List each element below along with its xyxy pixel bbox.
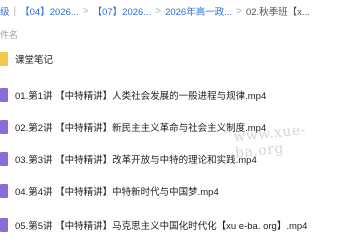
column-header-name[interactable]: 件名	[0, 28, 18, 41]
breadcrumb-separator: >	[236, 5, 242, 17]
breadcrumb-item-grade-politics[interactable]: 2026年高一政...	[165, 4, 232, 18]
breadcrumb-separator: |	[13, 5, 17, 17]
breadcrumb-separator: >	[155, 5, 162, 17]
breadcrumb-item-04[interactable]: 【04】2026...	[20, 4, 79, 18]
folder-icon	[0, 52, 8, 66]
file-name: 05.第5讲 【中特精讲】马克思主义中国化时代化【xu e-ba. org】.m…	[15, 221, 308, 232]
video-file-icon	[0, 152, 8, 166]
file-name: 02.第2讲 【中特精讲】新民主主义革命与社会主义制度.mp4	[15, 123, 267, 134]
breadcrumb-item-07[interactable]: 【07】2026...	[93, 4, 152, 18]
video-file-icon	[0, 88, 8, 102]
file-list-header: 件名	[0, 26, 340, 42]
file-row-video[interactable]: 05.第5讲 【中特精讲】马克思主义中国化时代化【xu e-ba. org】.m…	[0, 210, 340, 240]
breadcrumb: 级 | 【04】2026... > 【07】2026... > 2026年高一政…	[0, 0, 340, 22]
file-row-video[interactable]: 02.第2讲 【中特精讲】新民主主义革命与社会主义制度.mp4	[0, 112, 340, 142]
file-row-video[interactable]: 03.第3讲 【中特精讲】改革开放与中特的理论和实践.mp4	[0, 144, 340, 174]
breadcrumb-separator: >	[82, 5, 89, 17]
breadcrumb-item-current: 02.秋季班【x...	[245, 7, 310, 18]
breadcrumb-item-root[interactable]: 级	[0, 4, 10, 18]
file-row-notes-folder[interactable]: 课堂笔记	[0, 44, 340, 74]
file-name: 课堂笔记	[15, 55, 54, 66]
video-file-icon	[0, 184, 8, 198]
file-row-video[interactable]: 01.第1讲 【中特精讲】人类社会发展的一般进程与规律.mp4	[0, 80, 340, 110]
file-name: 04.第4讲 【中特精讲】中特新时代与中国梦.mp4	[15, 187, 219, 198]
video-file-icon	[0, 120, 8, 134]
video-file-icon	[0, 218, 8, 232]
file-name: 01.第1讲 【中特精讲】人类社会发展的一般进程与规律.mp4	[15, 91, 267, 102]
file-name: 03.第3讲 【中特精讲】改革开放与中特的理论和实践.mp4	[15, 155, 257, 166]
file-row-video[interactable]: 04.第4讲 【中特精讲】中特新时代与中国梦.mp4	[0, 176, 340, 206]
